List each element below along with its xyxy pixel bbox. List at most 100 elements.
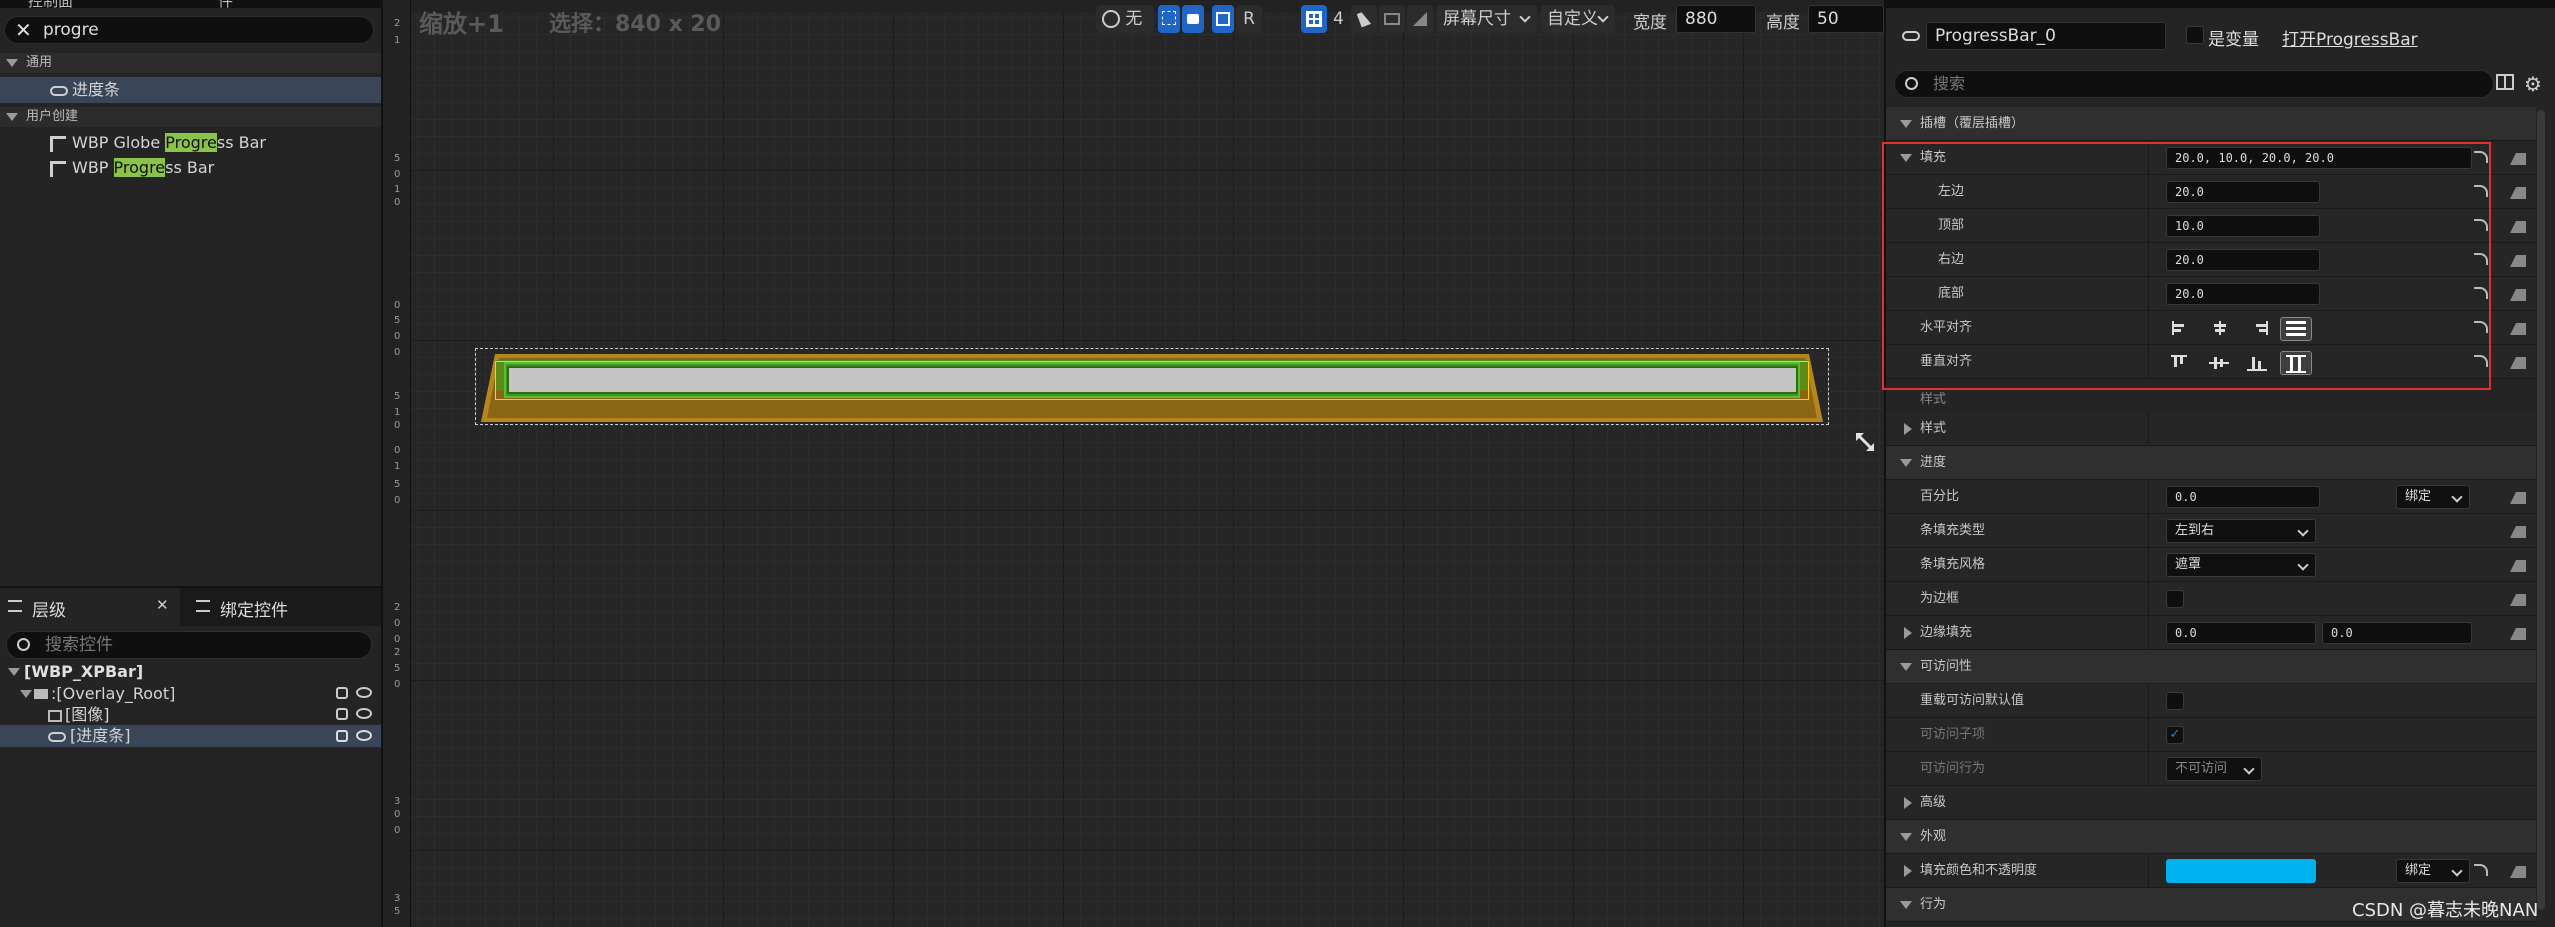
lock-toggle-button[interactable] [1182, 5, 1204, 33]
border-padding-y-field[interactable]: 0.0 [2322, 622, 2472, 644]
lock-icon[interactable] [336, 708, 348, 720]
category-common[interactable]: 通用 [0, 53, 381, 73]
dropdown-label: 绑定 [2405, 489, 2432, 504]
percent-bind-dropdown[interactable]: 绑定 [2396, 485, 2470, 509]
palette-item-progressbar[interactable]: 进度条 [0, 77, 381, 103]
palette-search-input[interactable]: ✕ progre [4, 16, 374, 44]
close-tab-icon[interactable]: ✕ [156, 596, 169, 614]
cursor-icon [1356, 10, 1372, 28]
accessible-behavior-dropdown[interactable]: 不可访问 [2166, 757, 2262, 781]
section-progress[interactable]: 进度 [1886, 446, 2536, 480]
section-appearance[interactable]: 外观 [1886, 820, 2536, 854]
category-label: 通用 [26, 55, 53, 70]
tab-library[interactable]: 件 [218, 0, 233, 11]
keyframe-pin-icon[interactable] [2510, 524, 2526, 538]
tab-palette[interactable]: 控制面 [28, 0, 73, 11]
tab-bind-widgets[interactable]: 绑定控件 [190, 588, 380, 626]
ruler-tick-label: 2 [394, 647, 401, 658]
keyframe-pin-icon[interactable] [2510, 558, 2526, 572]
keyframe-pin-icon[interactable] [2510, 151, 2526, 165]
collapse-icon [6, 113, 18, 121]
prop-style[interactable]: 样式 [1886, 412, 2536, 446]
expand-icon[interactable] [1904, 627, 1912, 639]
designer-viewport[interactable]: 2150100500510015020025030035 缩放+1 选择：840… [381, 0, 1886, 927]
snap-button[interactable] [1158, 5, 1180, 33]
keyframe-pin-icon[interactable] [2510, 864, 2526, 878]
overlay-icon [34, 689, 48, 699]
select-mode-button[interactable] [1351, 5, 1377, 33]
expand-icon[interactable] [1904, 865, 1912, 877]
hierarchy-search-input[interactable]: 搜索控件 [6, 631, 372, 659]
category-user-created[interactable]: 用户创建 [0, 107, 381, 127]
section-slot[interactable]: 插槽（覆层插槽） [1886, 107, 2536, 141]
r-toggle-button[interactable]: R [1236, 5, 1262, 33]
bar-fill-style-dropdown[interactable]: 遮罩 [2166, 553, 2316, 577]
ruler-tick-label: 5 [394, 314, 401, 326]
keyframe-pin-icon[interactable] [2510, 592, 2526, 606]
keyframe-pin-icon[interactable] [2510, 626, 2526, 640]
expand-icon [1904, 797, 1912, 809]
override-accessible-checkbox[interactable] [2166, 692, 2184, 710]
prop-label: 条填充风格 [1920, 557, 1986, 572]
flip-button[interactable] [1407, 5, 1433, 33]
accessible-children-checkbox[interactable]: ✓ [2166, 726, 2184, 744]
table-view-icon[interactable] [2496, 74, 2514, 90]
lock-icon[interactable] [336, 687, 348, 699]
tree-item-overlay[interactable]: :[Overlay_Root] [0, 683, 381, 704]
keyframe-pin-icon[interactable] [2510, 355, 2526, 369]
height-input[interactable]: 50 [1808, 5, 1884, 33]
section-accessibility[interactable]: 可访问性 [1886, 650, 2536, 684]
tree-item-image[interactable]: [图像] [0, 704, 381, 725]
localization-button[interactable]: 无 [1096, 5, 1154, 33]
column-divider [2148, 548, 2149, 582]
fill-color-swatch[interactable] [2166, 859, 2316, 883]
tree-item-root[interactable]: [WBP_XPBar] [0, 661, 381, 683]
border-padding-x-field[interactable]: 0.0 [2166, 622, 2316, 644]
fill-color-bind-dropdown[interactable]: 绑定 [2396, 859, 2470, 883]
tab-hierarchy[interactable]: 层级 ✕ [0, 588, 180, 626]
width-input[interactable]: 880 [1676, 5, 1756, 33]
open-progressbar-link[interactable]: 打开ProgressBar [2282, 25, 2418, 50]
palette-item-wbp-progress-bar[interactable]: WBP Progress Bar [0, 155, 381, 181]
lock-icon[interactable] [336, 730, 348, 742]
widget-name-input[interactable]: ProgressBar_0 [1926, 22, 2166, 50]
column-divider [2148, 616, 2149, 650]
grid-size-value[interactable]: 4 [1327, 5, 1351, 33]
section-advanced[interactable]: 高级 [1886, 786, 2536, 820]
visibility-eye-icon[interactable] [356, 708, 372, 719]
details-search-input[interactable]: 搜索 [1894, 70, 2494, 98]
keyframe-pin-icon[interactable] [2510, 219, 2526, 233]
percent-field[interactable]: 0.0 [2166, 486, 2320, 508]
palette-panel: 控制面 件 ✕ progre 通用 进度条 用户创建 WBP Globe Pro… [0, 0, 381, 927]
column-divider [2148, 582, 2149, 616]
is-variable-checkbox[interactable] [2186, 26, 2204, 44]
is-marquee-checkbox[interactable] [2166, 590, 2184, 608]
respect-locks-button[interactable] [1212, 5, 1234, 33]
keyframe-pin-icon[interactable] [2510, 253, 2526, 267]
keyframe-pin-icon[interactable] [2510, 185, 2526, 199]
bar-fill-type-dropdown[interactable]: 左到右 [2166, 519, 2316, 543]
resize-handle-icon[interactable] [1855, 432, 1875, 452]
visibility-eye-icon[interactable] [356, 730, 372, 741]
screen-size-dropdown[interactable]: 屏幕尺寸 [1437, 5, 1537, 33]
grid-snap-button[interactable] [1301, 5, 1327, 33]
reset-icon[interactable] [2474, 864, 2488, 876]
visibility-eye-icon[interactable] [356, 687, 372, 698]
width-label: 宽度 [1633, 13, 1667, 33]
palette-item-wbp-globe-progress-bar[interactable]: WBP Globe Progress Bar [0, 130, 381, 156]
keyframe-pin-icon[interactable] [2510, 490, 2526, 504]
preview-image-button[interactable] [1379, 5, 1405, 33]
ruler-tick-label: 0 [394, 634, 401, 646]
style-label-partial: 样式 [1920, 392, 1947, 407]
keyframe-pin-icon[interactable] [2510, 321, 2526, 335]
clear-search-icon[interactable]: ✕ [15, 17, 32, 43]
keyframe-pin-icon[interactable] [2510, 287, 2526, 301]
item-label-match: Progre [113, 158, 166, 177]
custom-size-dropdown[interactable]: 自定义 [1541, 5, 1615, 33]
progressbar-widget[interactable] [507, 366, 1798, 394]
tree-item-progressbar[interactable]: [进度条] [0, 725, 381, 747]
details-scrollbar[interactable] [2537, 110, 2545, 910]
column-divider [2148, 514, 2149, 548]
prop-label: 条填充类型 [1920, 523, 1986, 538]
settings-gear-icon[interactable]: ⚙ [2524, 72, 2542, 96]
